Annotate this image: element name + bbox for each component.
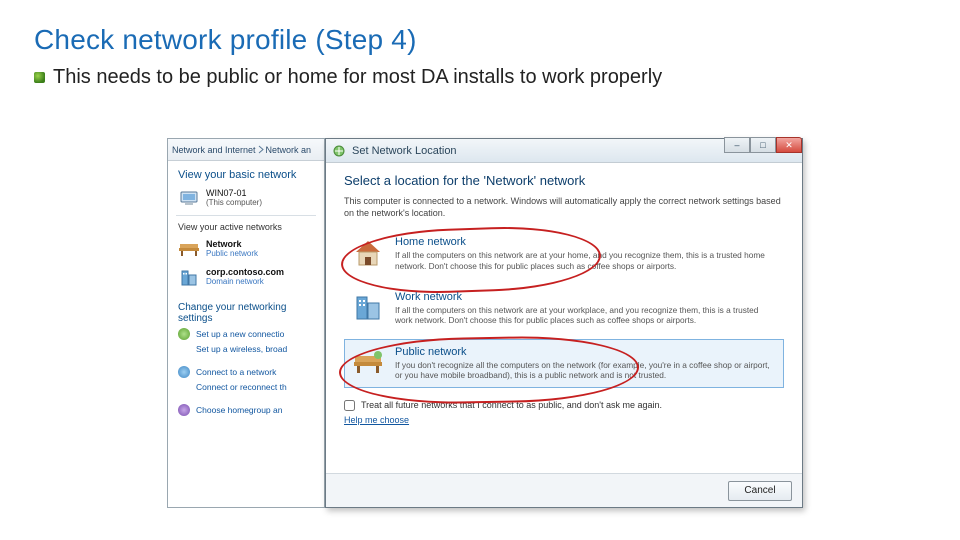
breadcrumb[interactable]: Network and Internet Network an xyxy=(168,139,324,161)
work-title: Work network xyxy=(395,291,777,303)
this-computer-item: WIN07-01 (This computer) xyxy=(168,185,324,213)
task4-label: Connect or reconnect th xyxy=(196,382,287,392)
task1-label: Set up a new connectio xyxy=(196,329,284,339)
net2-label: corp.contoso.com xyxy=(206,267,284,277)
net1-sub: Public network xyxy=(206,249,258,258)
close-button[interactable]: ✕ xyxy=(776,137,802,153)
home-title: Home network xyxy=(395,236,777,248)
task5-label: Choose homegroup an xyxy=(196,405,282,415)
screenshot-composite: Network and Internet Network an View you… xyxy=(167,138,803,508)
window-buttons: – □ ✕ xyxy=(724,137,802,153)
bullet-icon xyxy=(34,72,45,83)
bench-icon xyxy=(178,239,200,261)
change-settings-header: Change your networking settings xyxy=(168,292,324,326)
computer-icon xyxy=(178,188,200,210)
treat-future-checkbox[interactable] xyxy=(344,400,355,411)
help-me-choose-link[interactable]: Help me choose xyxy=(344,415,409,425)
network-icon xyxy=(332,144,346,158)
view-basic-header: View your basic network xyxy=(168,161,324,185)
work-desc: If all the computers on this network are… xyxy=(395,305,777,326)
task3-label: Connect to a network xyxy=(196,367,276,377)
bullet-row: This needs to be public or home for most… xyxy=(34,66,926,89)
set-network-location-dialog: – □ ✕ Set Network Location Select a loca… xyxy=(325,138,803,508)
computer-name: WIN07-01 xyxy=(206,188,262,198)
option-public-network[interactable]: Public network If you don't recognize al… xyxy=(344,339,784,388)
task2-label: Set up a wireless, broad xyxy=(196,344,287,354)
bg-network-window: Network and Internet Network an View you… xyxy=(167,138,325,508)
treat-future-row[interactable]: Treat all future networks that I connect… xyxy=(344,400,784,411)
cancel-button[interactable]: Cancel xyxy=(728,481,792,501)
active-networks-header: View your active networks xyxy=(168,218,324,236)
office-icon xyxy=(351,291,385,325)
active-network-1[interactable]: Network Public network xyxy=(168,236,324,264)
bullet-text: This needs to be public or home for most… xyxy=(53,66,662,89)
connect-icon xyxy=(178,366,190,378)
homegroup-icon xyxy=(178,404,190,416)
task-homegroup[interactable]: Choose homegroup an xyxy=(168,402,324,418)
task-reconnect[interactable]: Connect or reconnect th xyxy=(168,380,324,394)
task-new-connection[interactable]: Set up a new connectio xyxy=(168,326,324,342)
page-title: Check network profile (Step 4) xyxy=(34,24,926,56)
park-bench-icon xyxy=(351,346,385,380)
public-desc: If you don't recognize all the computers… xyxy=(395,360,777,381)
dialog-intro: This computer is connected to a network.… xyxy=(344,196,784,219)
home-desc: If all the computers on this network are… xyxy=(395,250,777,271)
dialog-footer: Cancel xyxy=(326,473,802,507)
net2-sub: Domain network xyxy=(206,277,284,286)
building-icon xyxy=(178,267,200,289)
dialog-title: Set Network Location xyxy=(352,145,457,157)
minimize-button[interactable]: – xyxy=(724,137,750,153)
treat-future-label: Treat all future networks that I connect… xyxy=(361,400,662,410)
option-home-network[interactable]: Home network If all the computers on thi… xyxy=(344,229,784,278)
house-icon xyxy=(351,236,385,270)
dialog-heading: Select a location for the 'Network' netw… xyxy=(344,173,784,188)
net1-label: Network xyxy=(206,239,258,249)
option-work-network[interactable]: Work network If all the computers on thi… xyxy=(344,284,784,333)
task-wireless[interactable]: Set up a wireless, broad xyxy=(168,342,324,356)
breadcrumb-a[interactable]: Network and Internet xyxy=(172,145,256,155)
public-title: Public network xyxy=(395,346,777,358)
maximize-button[interactable]: □ xyxy=(750,137,776,153)
plus-icon xyxy=(178,328,190,340)
active-network-2[interactable]: corp.contoso.com Domain network xyxy=(168,264,324,292)
computer-sub: (This computer) xyxy=(206,198,262,207)
breadcrumb-b[interactable]: Network an xyxy=(266,145,312,155)
task-connect-network[interactable]: Connect to a network xyxy=(168,364,324,380)
